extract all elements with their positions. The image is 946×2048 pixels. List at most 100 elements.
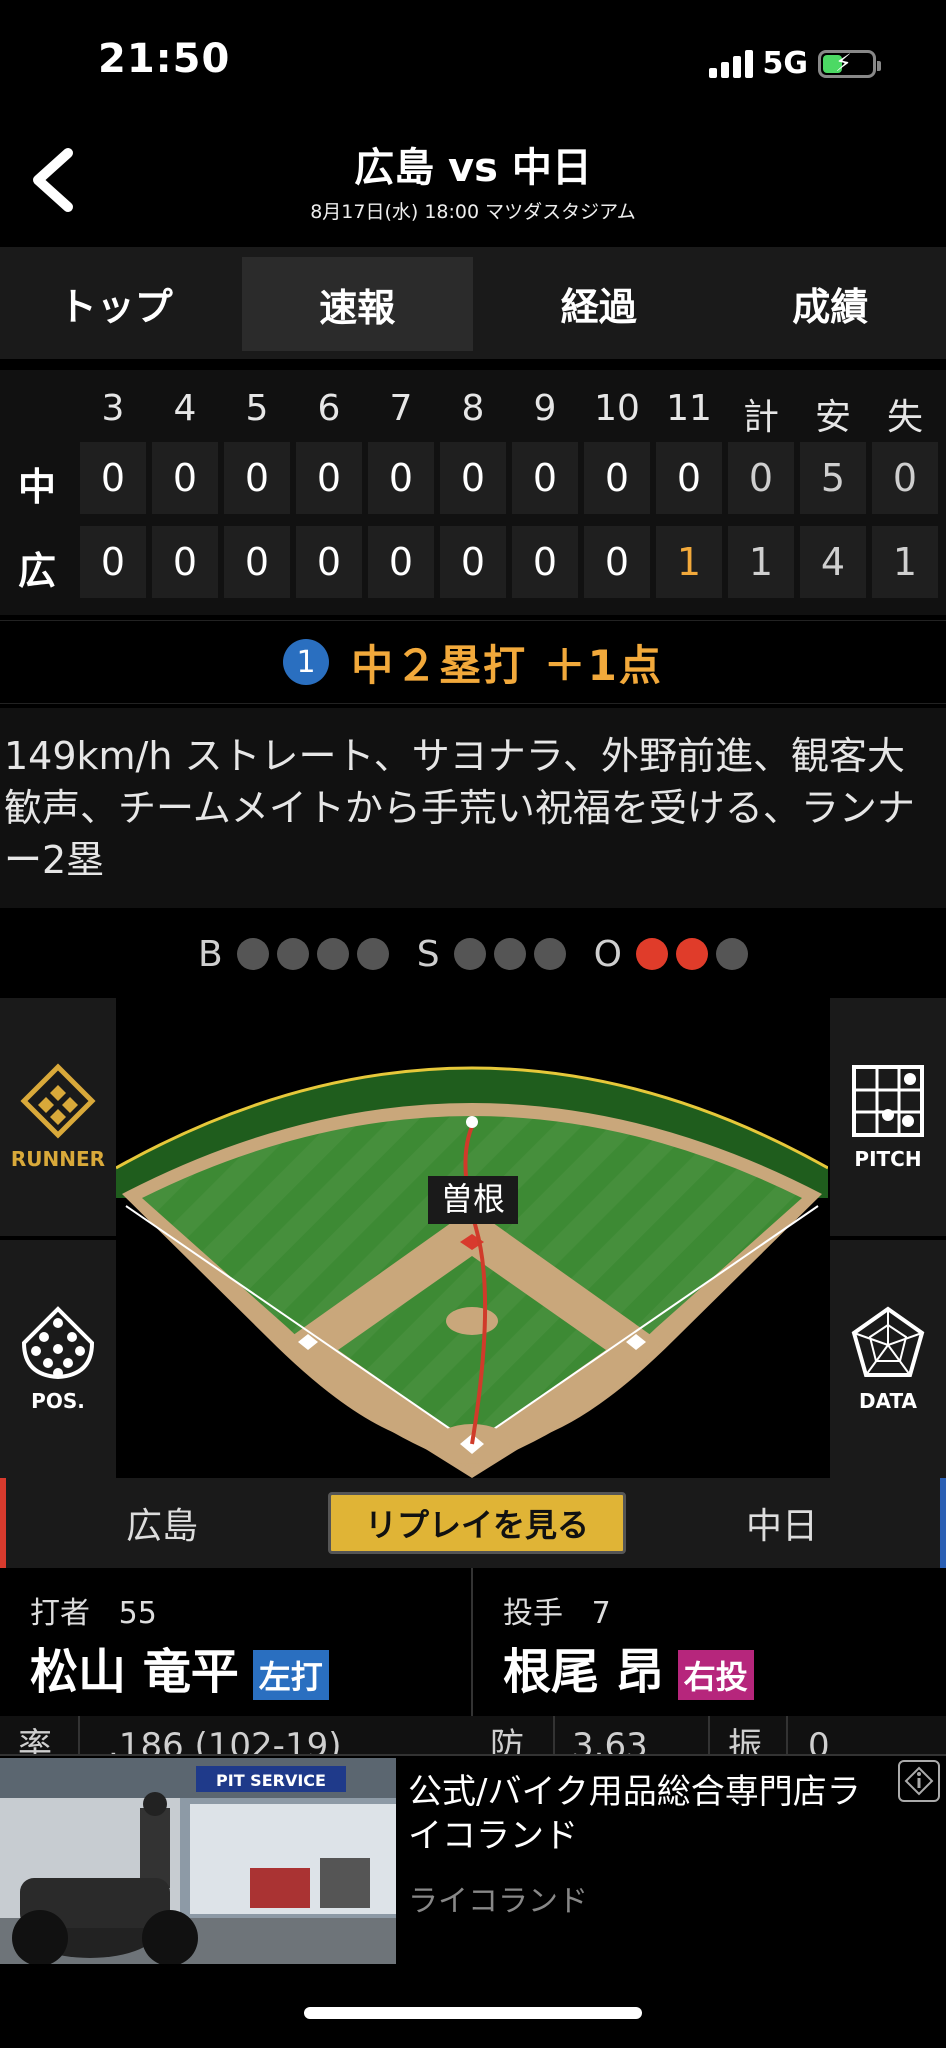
team-bar: 広島 リプレイを見る 中日	[0, 1478, 946, 1568]
batter-hand-badge: 左打	[252, 1650, 329, 1700]
baseball-field: 曽根	[116, 1066, 828, 1478]
ad-banner[interactable]: PIT SERVICE 公式/バイク用品総合専門店ライコランド ライコランド	[0, 1754, 946, 1964]
tab-progress[interactable]: 経過	[483, 247, 715, 359]
scoreboard-cell: 0	[584, 526, 650, 598]
scoreboard-cell: 0	[440, 442, 506, 514]
strikes-count: S	[417, 934, 566, 975]
scoreboard-header: 9	[533, 388, 557, 429]
ad-image[interactable]: PIT SERVICE	[0, 1758, 396, 1964]
event-text: 中２塁打 ＋1点	[351, 640, 663, 690]
batter-stat-label: 率	[18, 1726, 52, 1754]
pitch-button[interactable]: PITCH	[830, 998, 946, 1236]
scoreboard-header: 7	[389, 388, 413, 429]
scoreboard-header: 失	[886, 397, 923, 438]
pitcher-card[interactable]: 投手 7 根尾 昂右投	[503, 1568, 933, 1716]
pitcher-hand-badge: 右投	[677, 1650, 754, 1700]
pitcher-name: 根尾 昂右投	[503, 1632, 754, 1702]
strike-zone-icon	[852, 1065, 924, 1137]
battery-icon: ⚡	[818, 49, 881, 78]
scoreboard-cell: 0	[368, 526, 434, 598]
pitcher-stat-label: 防	[490, 1726, 524, 1754]
batter-stat-value: .186 (102-19)	[108, 1726, 342, 1754]
pos-label: POS.	[31, 1389, 85, 1413]
ad-source: ライコランド	[408, 1884, 588, 1919]
tab-top[interactable]: トップ	[0, 247, 232, 359]
event-number-badge: 1	[283, 639, 330, 685]
pitcher-stat-value-2: 0	[808, 1726, 830, 1754]
home-indicator[interactable]	[304, 2007, 642, 2019]
game-info: 8月17日(水) 18:00 マツダスタジアム	[310, 201, 636, 223]
pitcher-stat-label-2: 振	[728, 1726, 762, 1754]
tab-stats[interactable]: 成績	[715, 247, 946, 359]
scoreboard-cell: 0	[152, 526, 218, 598]
scoreboard-cell: 0	[872, 442, 938, 514]
scoreboard-header: 3	[101, 388, 125, 429]
ball-landing-point	[466, 1116, 478, 1128]
scoreboard-cell: 0	[512, 442, 578, 514]
balls-count: B	[198, 934, 389, 975]
matchup: 打者 55 松山 竜平 左打 投手 7 根尾 昂右投	[0, 1568, 946, 1716]
info-icon	[904, 1766, 934, 1796]
field-area: RUNNER POS. PITCH DATA 曽根	[0, 998, 946, 1478]
scoreboard-team: 中	[18, 465, 57, 509]
data-button[interactable]: DATA	[830, 1240, 946, 1478]
stats-row: 率 .186 (102-19) 防 3.63 振 0	[0, 1716, 946, 1754]
replay-button[interactable]: リプレイを見る	[328, 1492, 626, 1554]
scoreboard-cell: 0	[296, 526, 362, 598]
tab-bar: トップ 速報 経過 成績	[0, 247, 946, 359]
scoreboard-cell: 1	[728, 526, 794, 598]
pitcher-stat-value: 3.63	[572, 1726, 648, 1754]
play-event: 1 中２塁打 ＋1点	[0, 620, 946, 704]
batter-name: 松山 竜平 左打	[30, 1632, 329, 1702]
runner-label: RUNNER	[10, 1147, 106, 1171]
scoreboard-cell: 4	[800, 526, 866, 598]
page-title: 広島 vs 中日	[354, 145, 592, 191]
scoreboard-header: 6	[317, 388, 341, 429]
fielder-label: 曽根	[441, 1180, 505, 1218]
status-time: 21:50	[98, 36, 231, 82]
scoreboard-cell: 1	[872, 526, 938, 598]
ad-info-button[interactable]	[898, 1760, 940, 1802]
positions-button[interactable]: POS.	[0, 1240, 116, 1478]
header: 広島 vs 中日 8月17日(水) 18:00 マツダスタジアム	[0, 125, 946, 247]
radar-chart-icon	[851, 1306, 925, 1377]
scoreboard-cell: 0	[80, 526, 146, 598]
pitch-label: PITCH	[854, 1147, 922, 1171]
scoreboard-header: 10	[594, 388, 640, 429]
scoreboard-cell: 0	[656, 442, 722, 514]
strike-dot	[493, 938, 526, 970]
ad-title[interactable]: 公式/バイク用品総合専門店ライコランド	[408, 1770, 888, 1858]
batter-card[interactable]: 打者 55 松山 竜平 左打	[30, 1568, 460, 1716]
scoreboard-cell: 0	[512, 526, 578, 598]
scoreboard-cell: 0	[152, 442, 218, 514]
scoreboard-team: 広	[18, 549, 57, 593]
runner-diamond-icon	[20, 1063, 96, 1139]
positions-icon	[21, 1306, 95, 1380]
home-team-tab[interactable]: 広島	[126, 1497, 198, 1549]
pitcher-role: 投手 7	[503, 1596, 611, 1631]
scoreboard-header: 計	[742, 397, 779, 438]
ball-dot	[356, 938, 389, 970]
signal-icon	[708, 49, 753, 78]
status-indicators: 5G ⚡	[708, 46, 881, 81]
scoreboard-cell: 0	[224, 442, 290, 514]
scoreboard: 3 4 5 6 7 8 9 10 11 計安失中 0 0 0 0 0 0 0 0 0 0 5 0 広 0 0 0 0 0 0 0 0 1 1 4 1	[0, 370, 946, 615]
scoreboard-cell: 5	[800, 442, 866, 514]
outs-count: O	[594, 934, 748, 975]
scoreboard-cell: 0	[368, 442, 434, 514]
scoreboard-header: 11	[666, 388, 712, 429]
scoreboard-cell: 0	[584, 442, 650, 514]
scoreboard-header: 5	[245, 388, 269, 429]
scoreboard-cell: 0	[80, 442, 146, 514]
scoreboard-cell: 0	[296, 442, 362, 514]
out-dot	[635, 938, 668, 970]
away-team-tab[interactable]: 中日	[746, 1497, 818, 1549]
scoreboard-header: 8	[461, 388, 485, 429]
runner-button[interactable]: RUNNER	[0, 998, 116, 1236]
scoreboard-header: 安	[814, 397, 851, 438]
scoreboard-cell: 0	[440, 526, 506, 598]
batter-role: 打者 55	[30, 1596, 157, 1631]
strike-dot	[533, 938, 566, 970]
tab-live[interactable]: 速報	[241, 257, 473, 351]
count-indicator: B S O	[0, 910, 946, 998]
